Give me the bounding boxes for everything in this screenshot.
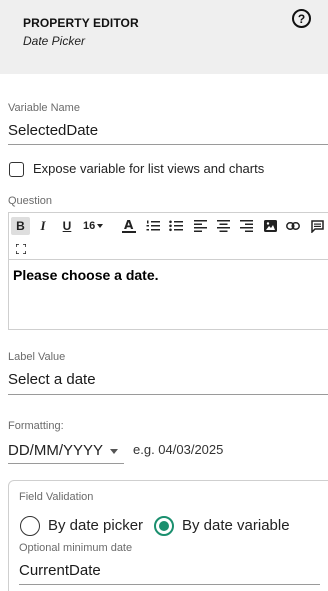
image-icon[interactable] bbox=[262, 217, 278, 235]
panel-subtitle: Date Picker bbox=[23, 34, 86, 48]
formatting-label: Formatting: bbox=[8, 420, 64, 432]
minimum-date-label: Optional minimum date bbox=[19, 542, 133, 554]
font-color-icon[interactable]: A bbox=[121, 217, 137, 235]
font-size-value: 16 bbox=[83, 220, 96, 232]
expose-variable-checkbox[interactable] bbox=[9, 162, 24, 177]
variable-name-label: Variable Name bbox=[8, 102, 80, 114]
panel-title: PROPERTY EDITOR bbox=[23, 16, 139, 30]
minimum-date-input[interactable]: CurrentDate bbox=[19, 562, 101, 579]
fullscreen-icon[interactable] bbox=[13, 240, 29, 258]
align-right-icon[interactable] bbox=[238, 217, 254, 235]
by-date-variable-radio[interactable] bbox=[154, 516, 174, 536]
svg-text:A: A bbox=[124, 218, 134, 232]
question-editor[interactable]: Please choose a date. bbox=[8, 259, 328, 330]
chevron-down-icon bbox=[97, 224, 104, 228]
italic-button[interactable]: I bbox=[35, 217, 51, 235]
label-value-underline bbox=[8, 394, 328, 395]
variable-name-underline bbox=[8, 144, 328, 145]
date-format-underline bbox=[8, 463, 124, 464]
date-format-select[interactable]: DD/MM/YYYY bbox=[8, 442, 103, 459]
ordered-list-icon[interactable] bbox=[145, 217, 161, 235]
question-circle-icon[interactable]: ? bbox=[292, 9, 311, 28]
field-validation-panel: Field Validation By date picker By date … bbox=[8, 480, 328, 591]
align-center-icon[interactable] bbox=[215, 217, 231, 235]
align-left-icon[interactable] bbox=[192, 217, 208, 235]
question-label: Question bbox=[8, 195, 53, 207]
minimum-date-underline bbox=[19, 584, 320, 585]
chevron-down-icon[interactable] bbox=[110, 449, 118, 454]
property-editor-header: PROPERTY EDITOR Date Picker ? bbox=[0, 0, 328, 74]
link-icon[interactable] bbox=[285, 217, 301, 235]
bullet-list-icon[interactable] bbox=[168, 217, 184, 235]
underline-button[interactable]: U bbox=[59, 217, 75, 235]
by-date-variable-label: By date variable bbox=[182, 517, 290, 534]
rich-text-toolbar: B I U 16 A bbox=[8, 212, 328, 260]
label-value-label: Label Value bbox=[8, 351, 66, 363]
font-size-dropdown[interactable]: 16 bbox=[83, 217, 111, 235]
comment-icon[interactable] bbox=[309, 217, 325, 235]
bold-button[interactable]: B bbox=[11, 217, 30, 235]
by-date-picker-label: By date picker bbox=[48, 517, 144, 534]
by-date-picker-radio[interactable] bbox=[20, 516, 40, 536]
expose-variable-label: Expose variable for list views and chart… bbox=[33, 161, 265, 176]
date-format-example: e.g. 04/03/2025 bbox=[133, 442, 224, 457]
label-value-input[interactable]: Select a date bbox=[8, 371, 96, 388]
variable-name-input[interactable]: SelectedDate bbox=[8, 122, 98, 139]
field-validation-title: Field Validation bbox=[19, 491, 94, 503]
